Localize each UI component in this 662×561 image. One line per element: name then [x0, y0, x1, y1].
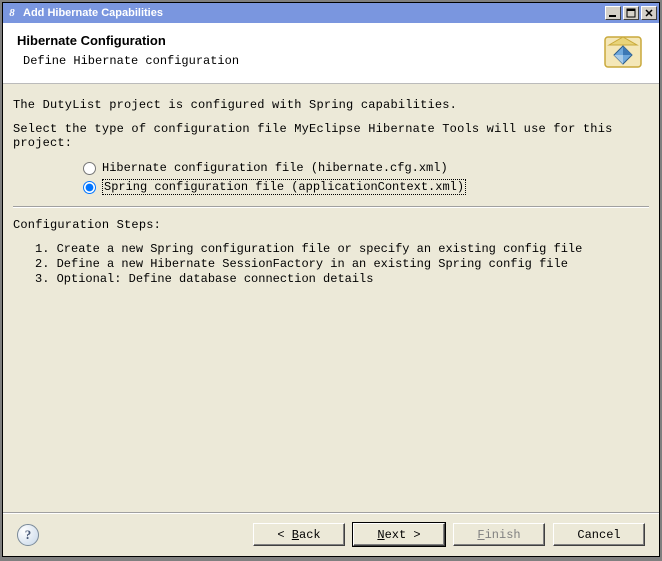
titlebar: 8 Add Hibernate Capabilities [3, 3, 659, 23]
project-info-text: The DutyList project is configured with … [13, 98, 649, 112]
back-button[interactable]: < Back [253, 523, 345, 546]
minimize-button[interactable] [605, 6, 621, 20]
wizard-content: The DutyList project is configured with … [3, 84, 659, 512]
wizard-window: 8 Add Hibernate Capabilities Hibernate C… [2, 2, 660, 557]
config-type-radio-group: Hibernate configuration file (hibernate.… [83, 160, 649, 196]
finish-button: Finish [453, 523, 545, 546]
page-title: Hibernate Configuration [17, 33, 591, 48]
app-icon: 8 [5, 6, 19, 20]
maximize-button[interactable] [623, 6, 639, 20]
divider [13, 206, 649, 208]
radio-hibernate-config[interactable] [83, 162, 96, 175]
close-button[interactable] [641, 6, 657, 20]
button-bar: ? < Back Next > Finish Cancel [3, 512, 659, 556]
select-prompt-text: Select the type of configuration file My… [13, 122, 649, 150]
wizard-header: Hibernate Configuration Define Hibernate… [3, 23, 659, 84]
radio-spring-label[interactable]: Spring configuration file (applicationCo… [102, 179, 466, 195]
radio-spring-config[interactable] [83, 181, 96, 194]
steps-list: Create a new Spring configuration file o… [35, 242, 649, 286]
radio-row-spring: Spring configuration file (applicationCo… [83, 178, 649, 196]
page-subtitle: Define Hibernate configuration [23, 54, 591, 68]
radio-hibernate-label[interactable]: Hibernate configuration file (hibernate.… [102, 161, 448, 175]
step-item: Create a new Spring configuration file o… [35, 242, 649, 256]
steps-title: Configuration Steps: [13, 218, 649, 232]
radio-row-hibernate: Hibernate configuration file (hibernate.… [83, 160, 649, 176]
step-item: Define a new Hibernate SessionFactory in… [35, 257, 649, 271]
step-item: Optional: Define database connection det… [35, 272, 649, 286]
window-title: Add Hibernate Capabilities [23, 7, 163, 19]
wizard-icon [601, 31, 645, 75]
help-button[interactable]: ? [17, 524, 39, 546]
cancel-button[interactable]: Cancel [553, 523, 645, 546]
next-button[interactable]: Next > [353, 523, 445, 546]
